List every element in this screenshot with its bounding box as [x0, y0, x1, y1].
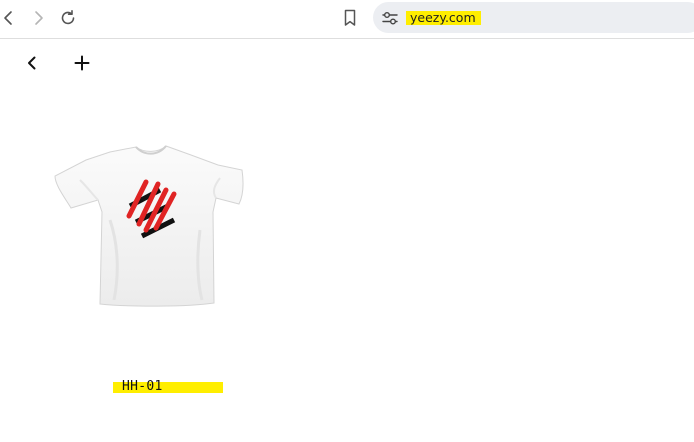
plus-icon [74, 55, 90, 71]
add-button[interactable] [72, 53, 92, 73]
browser-toolbar: yeezy.com [0, 0, 694, 39]
chevron-left-icon [4, 11, 12, 25]
product-name-highlight: HH-01 [113, 379, 223, 394]
browser-back-button[interactable] [0, 6, 21, 30]
product-name[interactable]: HH-01 [122, 378, 163, 395]
reload-icon [61, 9, 75, 25]
bookmark-icon [344, 9, 356, 26]
url-text[interactable]: yeezy.com [406, 11, 481, 25]
chevron-left-icon [28, 56, 36, 70]
page-back-button[interactable] [22, 53, 42, 73]
chevron-right-icon [35, 11, 43, 25]
site-info-button[interactable] [381, 9, 399, 27]
tune-icon [382, 12, 398, 25]
browser-reload-button[interactable] [56, 6, 80, 30]
bookmark-button[interactable] [339, 6, 361, 30]
browser-forward-button[interactable] [26, 6, 50, 30]
product-image [54, 145, 244, 307]
address-bar[interactable]: yeezy.com [373, 2, 694, 33]
product-card[interactable]: HH-01 [50, 140, 250, 398]
